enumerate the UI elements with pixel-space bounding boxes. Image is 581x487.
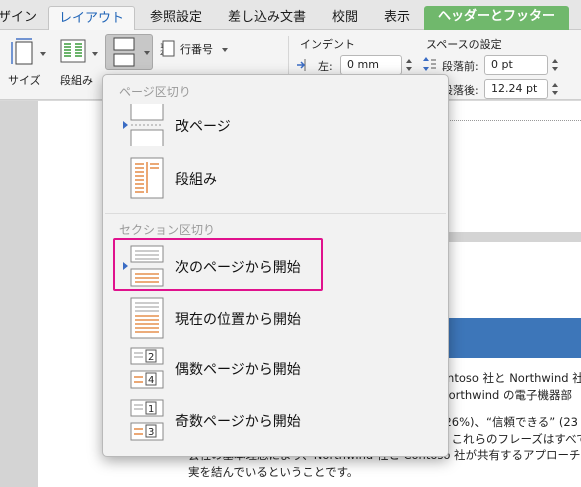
odd-icon-num-a: 1	[148, 404, 154, 415]
even-icon-num-a: 2	[148, 352, 154, 363]
menu-item-label: 改ページ	[175, 119, 231, 135]
line-numbers-button[interactable]: 1 2 行番号	[160, 40, 230, 58]
size-label: サイズ	[8, 74, 41, 87]
header-boundary-line	[432, 120, 581, 121]
spacing-title: スペースの設定	[426, 38, 502, 51]
page-breaks-header: ページ区切り	[119, 85, 191, 99]
chevron-down-icon	[40, 52, 46, 56]
breaks-dropdown-menu: ページ区切り 改ページ 段組み セクション区切り 次のページから開始 現在の位置…	[102, 74, 449, 457]
document-text-line: 実を結んでいるということです。	[188, 465, 359, 479]
menu-item-label: 偶数ページから開始	[175, 362, 301, 378]
odd-icon-num-b: 3	[148, 427, 154, 438]
document-text-line: Northwind の電子機器部	[440, 388, 573, 402]
tab-layout[interactable]: レイアウト	[48, 6, 136, 31]
chevron-down-icon	[222, 48, 228, 52]
menu-item-section-next-page[interactable]: 次のページから開始	[111, 243, 441, 291]
spacing-before-icon	[423, 57, 436, 71]
svg-text:1: 1	[160, 43, 164, 50]
default-marker-icon	[123, 121, 128, 129]
spacing-before-field[interactable]: 0 pt	[484, 55, 548, 75]
indent-title: インデント	[300, 38, 355, 51]
breaks-icon	[113, 37, 135, 67]
section-next-page-icon	[130, 245, 164, 287]
menu-item-section-even-page[interactable]: 2 4 偶数ページから開始	[111, 345, 441, 393]
tab-mailings[interactable]: 差し込み文書	[228, 8, 306, 30]
document-text-line: 。これらのフレーズはすべて、	[440, 432, 581, 446]
size-button[interactable]	[10, 38, 46, 68]
columns-label: 段組み	[60, 74, 93, 87]
section-odd-page-icon: 1 3	[130, 399, 164, 441]
column-break-icon	[130, 157, 164, 199]
page-gap	[432, 232, 581, 242]
page-break-icon	[130, 104, 164, 146]
page-size-icon	[11, 38, 33, 65]
line-numbers-icon: 1 2	[160, 40, 175, 57]
indent-left-label: 左:	[318, 60, 333, 73]
tab-references[interactable]: 参照設定	[150, 8, 202, 30]
svg-text:2: 2	[160, 50, 164, 57]
ribbon-tab-bar: ザイン レイアウト 参照設定 差し込み文書 校閲 表示 ヘッダーとフッター	[0, 0, 581, 31]
menu-item-section-continuous[interactable]: 現在の位置から開始	[111, 295, 441, 343]
indent-left-stepper[interactable]	[405, 55, 414, 75]
tab-design[interactable]: ザイン	[0, 8, 37, 30]
spacing-before-stepper[interactable]	[551, 55, 560, 75]
menu-item-section-odd-page[interactable]: 1 3 奇数ページから開始	[111, 397, 441, 445]
document-text-line: (26%)、“信頼できる” (23	[440, 415, 578, 429]
menu-item-label: 奇数ページから開始	[175, 414, 301, 430]
columns-button[interactable]	[60, 38, 100, 68]
indent-left-field[interactable]: 0 mm	[340, 55, 402, 75]
chevron-down-icon	[92, 52, 98, 56]
menu-item-column-break[interactable]: 段組み	[111, 155, 441, 203]
tab-view[interactable]: 表示	[384, 8, 410, 30]
menu-separator	[105, 213, 446, 214]
chevron-down-icon	[144, 51, 150, 55]
document-heading-band	[430, 318, 581, 358]
breaks-button[interactable]	[105, 34, 153, 70]
spacing-after-field[interactable]: 12.24 pt	[484, 79, 548, 99]
spacing-after-stepper[interactable]	[551, 79, 560, 99]
default-marker-icon	[123, 262, 128, 270]
section-breaks-header: セクション区切り	[119, 223, 216, 237]
section-continuous-icon	[130, 297, 164, 339]
columns-icon	[60, 39, 86, 63]
line-numbers-label: 行番号	[180, 43, 213, 56]
menu-item-label: 段組み	[175, 172, 217, 188]
spacing-before-label: 段落前:	[442, 60, 479, 73]
tab-review[interactable]: 校閲	[332, 8, 358, 30]
menu-item-label: 次のページから開始	[175, 260, 301, 276]
tab-header-footer[interactable]: ヘッダーとフッター	[424, 6, 570, 30]
menu-item-page-break[interactable]: 改ページ	[111, 102, 441, 150]
menu-item-label: 現在の位置から開始	[175, 312, 301, 328]
indent-left-icon	[297, 59, 306, 71]
document-text-line: ontoso 社と Northwind 社	[440, 371, 581, 385]
even-icon-num-b: 4	[148, 375, 154, 386]
section-even-page-icon: 2 4	[130, 347, 164, 389]
